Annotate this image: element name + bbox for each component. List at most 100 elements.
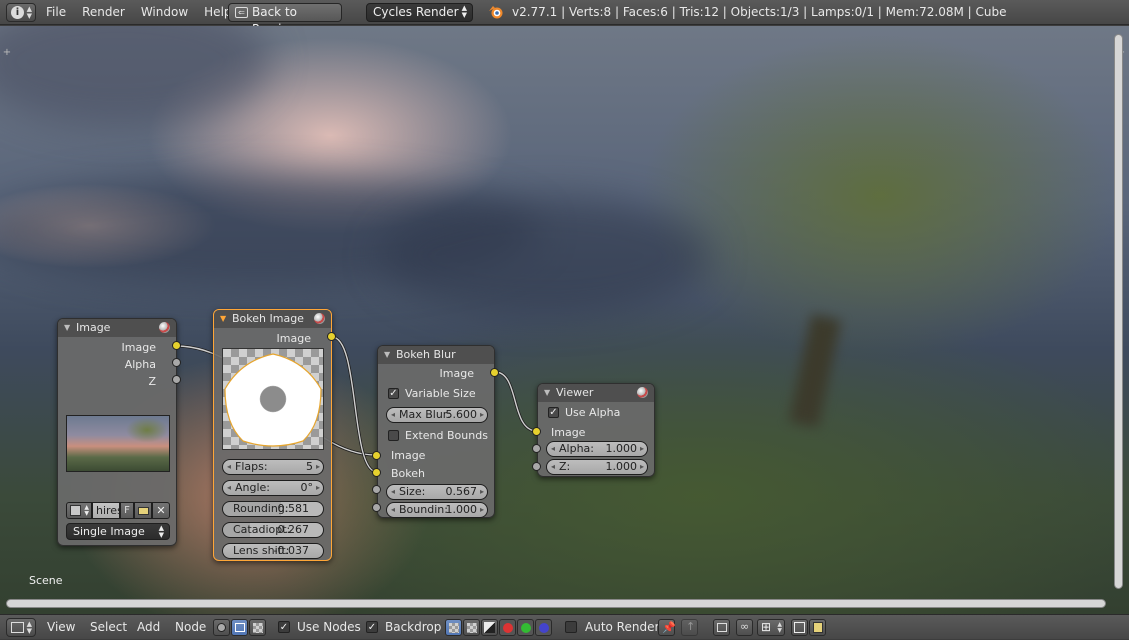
vertical-scrollbar[interactable] [1114, 34, 1123, 589]
bokeh-blur-node[interactable]: ▼ Bokeh Blur Image ✓ Variable Size ◂ Max… [377, 345, 495, 518]
collapse-triangle-icon[interactable]: ▼ [220, 310, 226, 328]
preview-toggle-icon[interactable] [314, 313, 325, 324]
viewer-node[interactable]: ▼ Viewer ✓ Use Alpha Image ◂ Alpha: 1.00… [537, 383, 655, 477]
chevron-right-icon[interactable]: ▸ [480, 485, 484, 499]
auto-render-checkbox[interactable] [565, 621, 577, 633]
socket-image-output[interactable] [172, 341, 181, 350]
socket-z-input[interactable] [532, 462, 541, 471]
preview-toggle-icon[interactable] [159, 322, 170, 333]
socket-image-output[interactable] [327, 332, 336, 341]
copy-nodes-icon[interactable] [791, 619, 808, 636]
node-header[interactable]: ▼ Viewer [538, 384, 654, 402]
node-editor[interactable]: + + ▼ Image Image Alpha Z ▲▼ hires F [0, 26, 1129, 614]
rounding-field[interactable]: Rounding: 0.581 [222, 501, 324, 517]
backdrop-channels-color-icon[interactable] [481, 619, 498, 636]
size-field[interactable]: ◂ Size: 0.567 ▸ [386, 484, 488, 500]
extend-bounds-checkbox[interactable] [388, 430, 399, 441]
image-icon [70, 505, 81, 516]
chevron-right-icon[interactable]: ▸ [640, 442, 644, 456]
shader-nodes-icon[interactable] [213, 619, 230, 636]
texture-nodes-icon[interactable] [249, 619, 266, 636]
chevron-left-icon[interactable]: ◂ [391, 503, 395, 517]
bounding-box-field[interactable]: ◂ Boundin: 1.000 ▸ [386, 502, 488, 518]
back-to-previous-button[interactable]: ⇐ Back to Previous [228, 3, 342, 36]
node-header[interactable]: ▼ Image [58, 319, 176, 337]
menu-file[interactable]: File [38, 0, 74, 25]
backdrop-channels-alpha-icon[interactable] [463, 619, 480, 636]
render-engine-dropdown[interactable]: Cycles Render ▲ ▼ [366, 3, 473, 22]
use-alpha-checkbox[interactable]: ✓ [548, 407, 559, 418]
field-value: 5 [306, 460, 313, 473]
flaps-field[interactable]: ◂ Flaps: 5 ▸ [222, 459, 324, 475]
socket-bounding-input[interactable] [372, 503, 381, 512]
link-icon[interactable]: ∞ [736, 619, 753, 636]
variable-size-checkbox[interactable]: ✓ [388, 388, 399, 399]
chevron-right-icon[interactable]: ▸ [480, 408, 484, 422]
socket-alpha-output[interactable] [172, 358, 181, 367]
chevron-left-icon[interactable]: ◂ [227, 481, 231, 495]
socket-image-output[interactable] [490, 368, 499, 377]
field-value: 5.600 [445, 408, 478, 421]
chevron-right-icon[interactable]: ▸ [640, 460, 644, 474]
field-label: Size: [399, 485, 426, 498]
lens-shift-field[interactable]: Lens shift: -0.037 [222, 543, 324, 559]
chevron-right-icon[interactable]: ▸ [316, 460, 320, 474]
backdrop-checkbox[interactable]: ✓ [366, 621, 378, 633]
menu-select[interactable]: Select [90, 615, 127, 640]
node-tree-icon[interactable] [713, 619, 730, 636]
compositing-nodes-icon[interactable] [231, 619, 248, 636]
chevron-right-icon[interactable]: ▸ [480, 503, 484, 517]
collapse-triangle-icon[interactable]: ▼ [64, 319, 70, 337]
socket-alpha-input[interactable] [532, 444, 541, 453]
blue-channel-icon[interactable] [535, 619, 552, 636]
bokeh-image-node[interactable]: ▼ Bokeh Image Image ◂ Flaps: 5 ▸ ◂ Angle… [213, 309, 332, 561]
z-field[interactable]: ◂ Z: 1.000 ▸ [546, 459, 648, 475]
menu-add[interactable]: Add [137, 615, 160, 640]
use-nodes-checkbox[interactable]: ✓ [278, 621, 290, 633]
use-alpha-label: Use Alpha [565, 406, 621, 419]
field-value: -0.037 [273, 544, 309, 557]
preview-toggle-icon[interactable] [637, 387, 648, 398]
chevron-left-icon[interactable]: ◂ [391, 408, 395, 422]
menu-view[interactable]: View [47, 615, 75, 640]
chevron-left-icon[interactable]: ◂ [391, 485, 395, 499]
socket-size-input[interactable] [372, 485, 381, 494]
menu-render[interactable]: Render [74, 0, 133, 25]
chevron-left-icon[interactable]: ◂ [551, 460, 555, 474]
socket-image-input[interactable] [532, 427, 541, 436]
unlink-button[interactable]: ✕ [152, 502, 170, 519]
socket-bokeh-input[interactable] [372, 468, 381, 477]
chevron-left-icon[interactable]: ◂ [227, 460, 231, 474]
chevron-right-icon[interactable]: ▸ [316, 481, 320, 495]
node-header[interactable]: ▼ Bokeh Image [214, 310, 331, 328]
go-to-parent-icon[interactable]: ↑ [681, 619, 698, 636]
collapse-triangle-icon[interactable]: ▼ [544, 384, 550, 402]
green-channel-icon[interactable] [517, 619, 534, 636]
alpha-field[interactable]: ◂ Alpha: 1.000 ▸ [546, 441, 648, 457]
angle-field[interactable]: ◂ Angle: 0° ▸ [222, 480, 324, 496]
image-browse-button[interactable]: ▲ ▼ [66, 502, 92, 519]
socket-image-input[interactable] [372, 451, 381, 460]
open-file-button[interactable] [134, 502, 152, 519]
image-source-dropdown[interactable]: Single Image ▲ ▼ [66, 523, 170, 540]
snap-element-dropdown[interactable]: ⊞ ▲ ▼ [757, 619, 785, 636]
chevron-left-icon[interactable]: ◂ [551, 442, 555, 456]
collapse-triangle-icon[interactable]: ▼ [384, 346, 390, 364]
editor-type-selector[interactable]: ▲ ▼ [6, 618, 36, 637]
fake-user-button[interactable]: F [120, 502, 134, 519]
catadioptric-field[interactable]: Catadiopt: 0.267 [222, 522, 324, 538]
socket-z-output[interactable] [172, 375, 181, 384]
red-channel-icon[interactable] [499, 619, 516, 636]
horizontal-scrollbar[interactable] [6, 599, 1106, 608]
max-blur-field[interactable]: ◂ Max Blur: 5.600 ▸ [386, 407, 488, 423]
image-node[interactable]: ▼ Image Image Alpha Z ▲ ▼ hires F ✕ Singl… [57, 318, 177, 546]
pin-icon[interactable]: 📌 [658, 619, 676, 636]
menu-window[interactable]: Window [133, 0, 196, 25]
node-header[interactable]: ▼ Bokeh Blur [378, 346, 494, 364]
editor-type-selector[interactable]: i ▲ ▼ [6, 3, 36, 22]
backdrop-channels-color-alpha-icon[interactable] [445, 619, 462, 636]
copy-icon [794, 622, 805, 633]
menu-node[interactable]: Node [175, 615, 206, 640]
image-name-field[interactable]: hires [92, 502, 123, 519]
paste-nodes-icon[interactable] [809, 619, 826, 636]
